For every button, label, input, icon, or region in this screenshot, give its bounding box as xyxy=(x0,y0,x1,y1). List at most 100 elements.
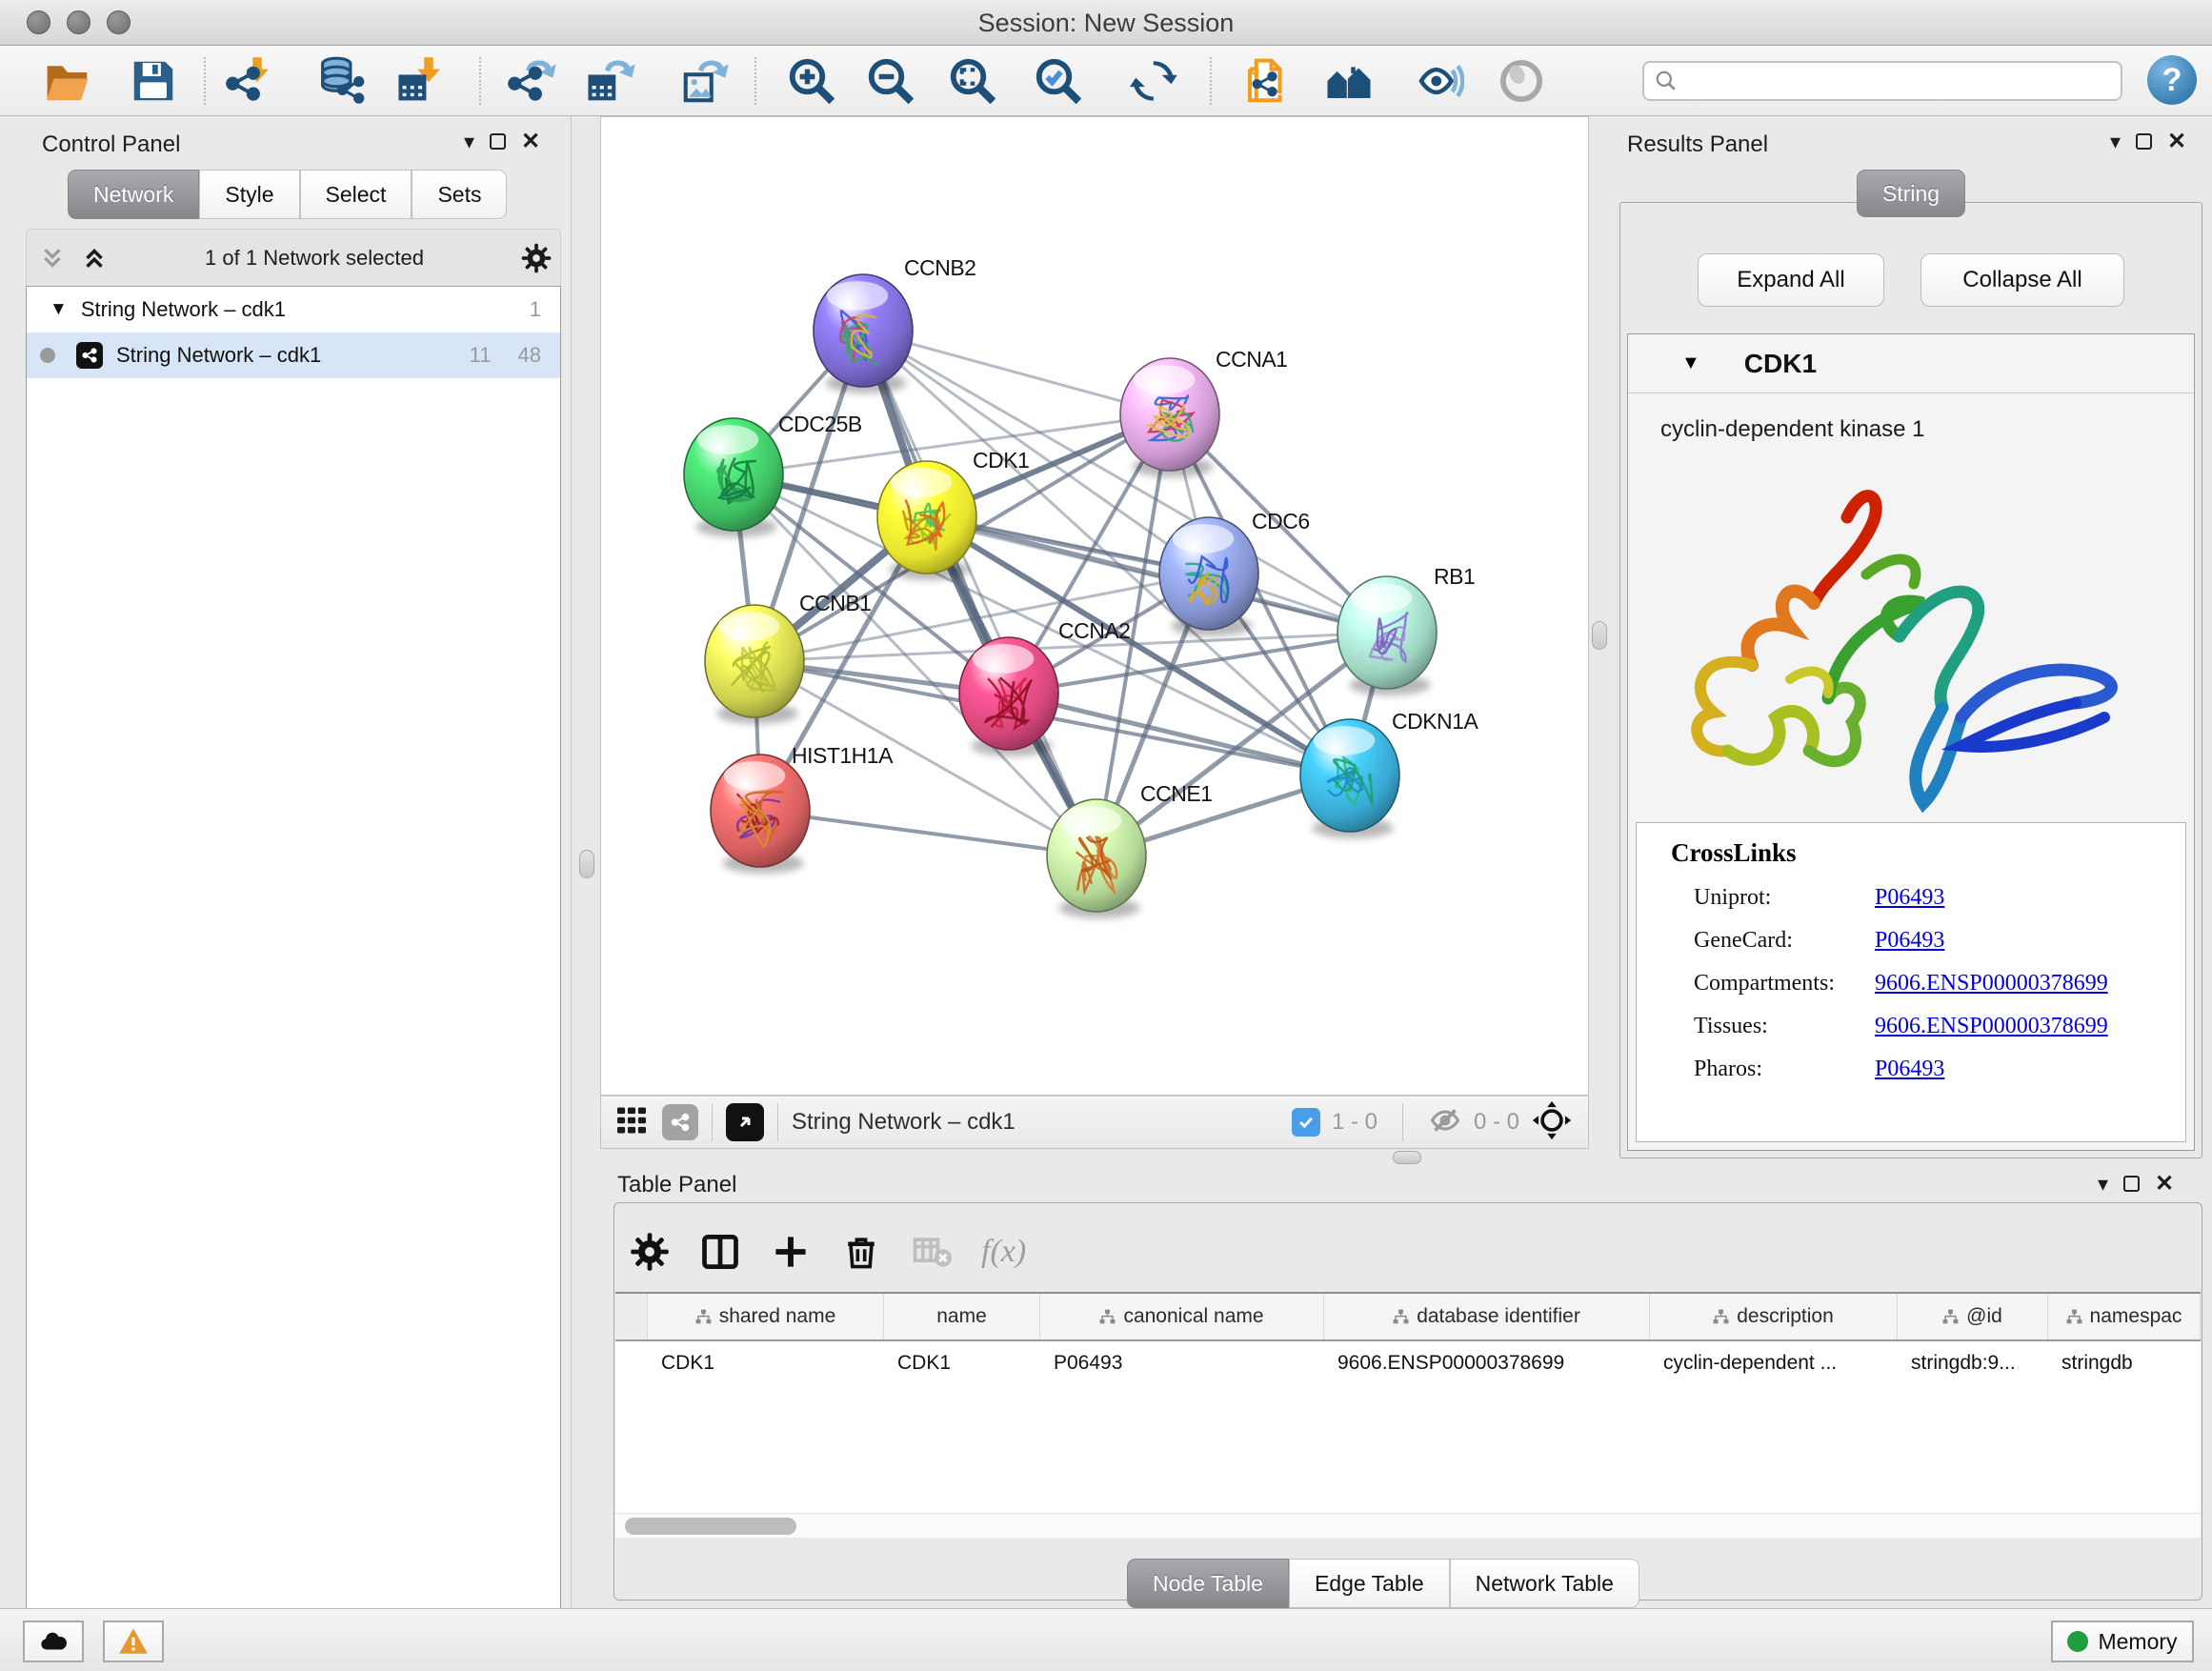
network-options-gear-icon[interactable] xyxy=(520,242,553,274)
edge-CCNA2-CDKN1A[interactable] xyxy=(1009,694,1350,775)
table-panel-float-icon[interactable] xyxy=(2123,1176,2140,1192)
zoom-selected-button[interactable] xyxy=(1030,52,1087,110)
network-row-selected[interactable]: String Network – cdk1 11 48 xyxy=(27,332,560,378)
string-import-button[interactable] xyxy=(1238,52,1296,110)
crosslink-link[interactable]: 9606.ENSP00000378699 xyxy=(1875,971,2108,996)
network-collection-row[interactable]: ▼ String Network – cdk1 1 xyxy=(27,287,560,332)
column-header-shared-name[interactable]: shared name xyxy=(648,1294,884,1339)
table-panel-menu-icon[interactable]: ▾ xyxy=(2098,1172,2108,1197)
help-button[interactable]: ? xyxy=(2147,55,2197,105)
grid-view-icon[interactable] xyxy=(614,1103,649,1142)
fit-selection-crosshair-icon[interactable] xyxy=(1531,1099,1573,1146)
level-of-detail-button[interactable] xyxy=(1493,52,1550,110)
table-horizontal-scrollbar[interactable] xyxy=(615,1513,2201,1538)
edge-CCNB2-CCNE1[interactable] xyxy=(863,331,1096,856)
results-panel-float-icon[interactable] xyxy=(2136,133,2152,150)
show-graphics-details-button[interactable] xyxy=(1410,52,1467,110)
import-table-button[interactable] xyxy=(393,52,451,110)
crosslink-link[interactable]: P06493 xyxy=(1875,928,1944,953)
table-cell[interactable]: stringdb:9... xyxy=(1898,1341,2048,1385)
expand-all-icon[interactable] xyxy=(80,244,109,272)
column-header-description[interactable]: description xyxy=(1650,1294,1898,1339)
network-node-CDKN1A[interactable]: CDKN1A xyxy=(1300,709,1478,838)
left-splitter-handle[interactable] xyxy=(579,850,594,878)
network-node-HIST1H1A[interactable]: HIST1H1A xyxy=(711,743,894,874)
birds-eye-view-icon[interactable] xyxy=(726,1103,764,1141)
network-node-RB1[interactable]: RB1 xyxy=(1337,564,1475,695)
protein-expander-icon[interactable]: ▼ xyxy=(1681,352,1700,374)
right-splitter-handle[interactable] xyxy=(1592,621,1607,650)
export-image-button[interactable] xyxy=(676,52,734,110)
collapse-all-icon[interactable] xyxy=(38,244,67,272)
zoom-out-button[interactable] xyxy=(862,52,919,110)
network-node-CCNA1[interactable]: CCNA1 xyxy=(1120,347,1287,477)
table-options-gear-icon[interactable] xyxy=(629,1231,671,1273)
tab-sets[interactable]: Sets xyxy=(412,170,507,219)
table-cell[interactable]: CDK1 xyxy=(884,1341,1040,1385)
zoom-fit-button[interactable] xyxy=(944,52,1001,110)
crosslink-link[interactable]: 9606.ENSP00000378699 xyxy=(1875,1014,2108,1038)
export-network-button[interactable] xyxy=(504,52,561,110)
table-row[interactable]: CDK1CDK1P064939606.ENSP00000378699cyclin… xyxy=(615,1341,2201,1385)
import-network-file-button[interactable] xyxy=(222,52,279,110)
tab-style[interactable]: Style xyxy=(199,170,299,219)
table-cell[interactable]: CDK1 xyxy=(648,1341,884,1385)
collapse-all-button[interactable]: Collapse All xyxy=(1920,253,2124,307)
create-column-plus-icon[interactable] xyxy=(770,1231,812,1273)
column-header-namespace[interactable]: namespac xyxy=(2048,1294,2201,1339)
control-panel-float-icon[interactable] xyxy=(490,133,506,150)
home-button[interactable] xyxy=(1320,52,1377,110)
search-input[interactable] xyxy=(1679,69,2088,93)
hidden-count: 0 - 0 xyxy=(1474,1109,1519,1136)
memory-button[interactable]: Memory xyxy=(2051,1621,2194,1662)
column-header-database-identifier[interactable]: database identifier xyxy=(1324,1294,1650,1339)
network-node-CDC6[interactable]: CDC6 xyxy=(1159,509,1310,636)
network-node-CDK1[interactable]: CDK1 xyxy=(877,448,1029,580)
table-cell[interactable]: 9606.ENSP00000378699 xyxy=(1324,1341,1650,1385)
export-table-button[interactable] xyxy=(583,52,640,110)
tab-network-table[interactable]: Network Table xyxy=(1450,1559,1639,1608)
table-cell[interactable]: cyclin-dependent ... xyxy=(1650,1341,1898,1385)
control-panel-menu-icon[interactable]: ▾ xyxy=(464,130,474,154)
delete-column-trash-icon[interactable] xyxy=(840,1231,882,1273)
selected-checkbox-icon[interactable] xyxy=(1292,1108,1320,1137)
network-graph[interactable]: CCNB2CCNA1CDC25BCDK1CDC6RB1CCNB1CCNA2CDK… xyxy=(601,117,1588,1095)
control-panel-close-icon[interactable]: ✕ xyxy=(521,128,540,155)
tab-edge-table[interactable]: Edge Table xyxy=(1289,1559,1450,1608)
edge-HIST1H1A-CCNE1[interactable] xyxy=(760,811,1096,856)
crosslink-link[interactable]: P06493 xyxy=(1875,1057,1944,1081)
table-panel-title: Table Panel xyxy=(617,1172,736,1198)
crosslink-link[interactable]: P06493 xyxy=(1875,885,1944,910)
automation-cloud-button[interactable] xyxy=(23,1621,84,1662)
results-panel-close-icon[interactable]: ✕ xyxy=(2167,128,2186,155)
column-header-@id[interactable]: @id xyxy=(1898,1294,2048,1339)
network-canvas[interactable]: CCNB2CCNA1CDC25BCDK1CDC6RB1CCNB1CCNA2CDK… xyxy=(600,116,1589,1096)
table-cell[interactable]: stringdb xyxy=(2048,1341,2201,1385)
column-header-name[interactable]: name xyxy=(884,1294,1040,1339)
import-network-database-button[interactable] xyxy=(314,52,372,110)
results-panel-menu-icon[interactable]: ▾ xyxy=(2110,130,2121,154)
open-session-button[interactable] xyxy=(39,52,96,110)
refresh-layout-button[interactable] xyxy=(1127,52,1184,110)
tab-network[interactable]: Network xyxy=(68,170,199,219)
save-session-button[interactable] xyxy=(125,52,182,110)
network-view-share-icon[interactable] xyxy=(662,1104,698,1140)
expand-all-button[interactable]: Expand All xyxy=(1698,253,1884,307)
table-cell[interactable]: P06493 xyxy=(1040,1341,1324,1385)
show-columns-icon[interactable] xyxy=(699,1231,741,1273)
tab-select[interactable]: Select xyxy=(300,170,412,219)
network-node-CCNB2[interactable]: CCNB2 xyxy=(814,255,975,393)
home-icon xyxy=(1323,55,1375,107)
tab-node-table[interactable]: Node Table xyxy=(1127,1559,1289,1608)
horizontal-splitter-handle[interactable] xyxy=(1393,1151,1421,1164)
zoom-in-button[interactable] xyxy=(783,52,840,110)
protein-header[interactable]: ▼ CDK1 xyxy=(1628,334,2194,393)
scrollbar-thumb[interactable] xyxy=(625,1518,796,1535)
hidden-eye-icon[interactable] xyxy=(1428,1103,1462,1142)
warnings-button[interactable] xyxy=(103,1621,164,1662)
collection-expander-icon[interactable]: ▼ xyxy=(50,299,68,320)
tab-string[interactable]: String xyxy=(1857,170,1965,217)
search-box[interactable] xyxy=(1642,61,2122,101)
table-panel-close-icon[interactable]: ✕ xyxy=(2155,1170,2174,1198)
column-header-canonical-name[interactable]: canonical name xyxy=(1040,1294,1324,1339)
